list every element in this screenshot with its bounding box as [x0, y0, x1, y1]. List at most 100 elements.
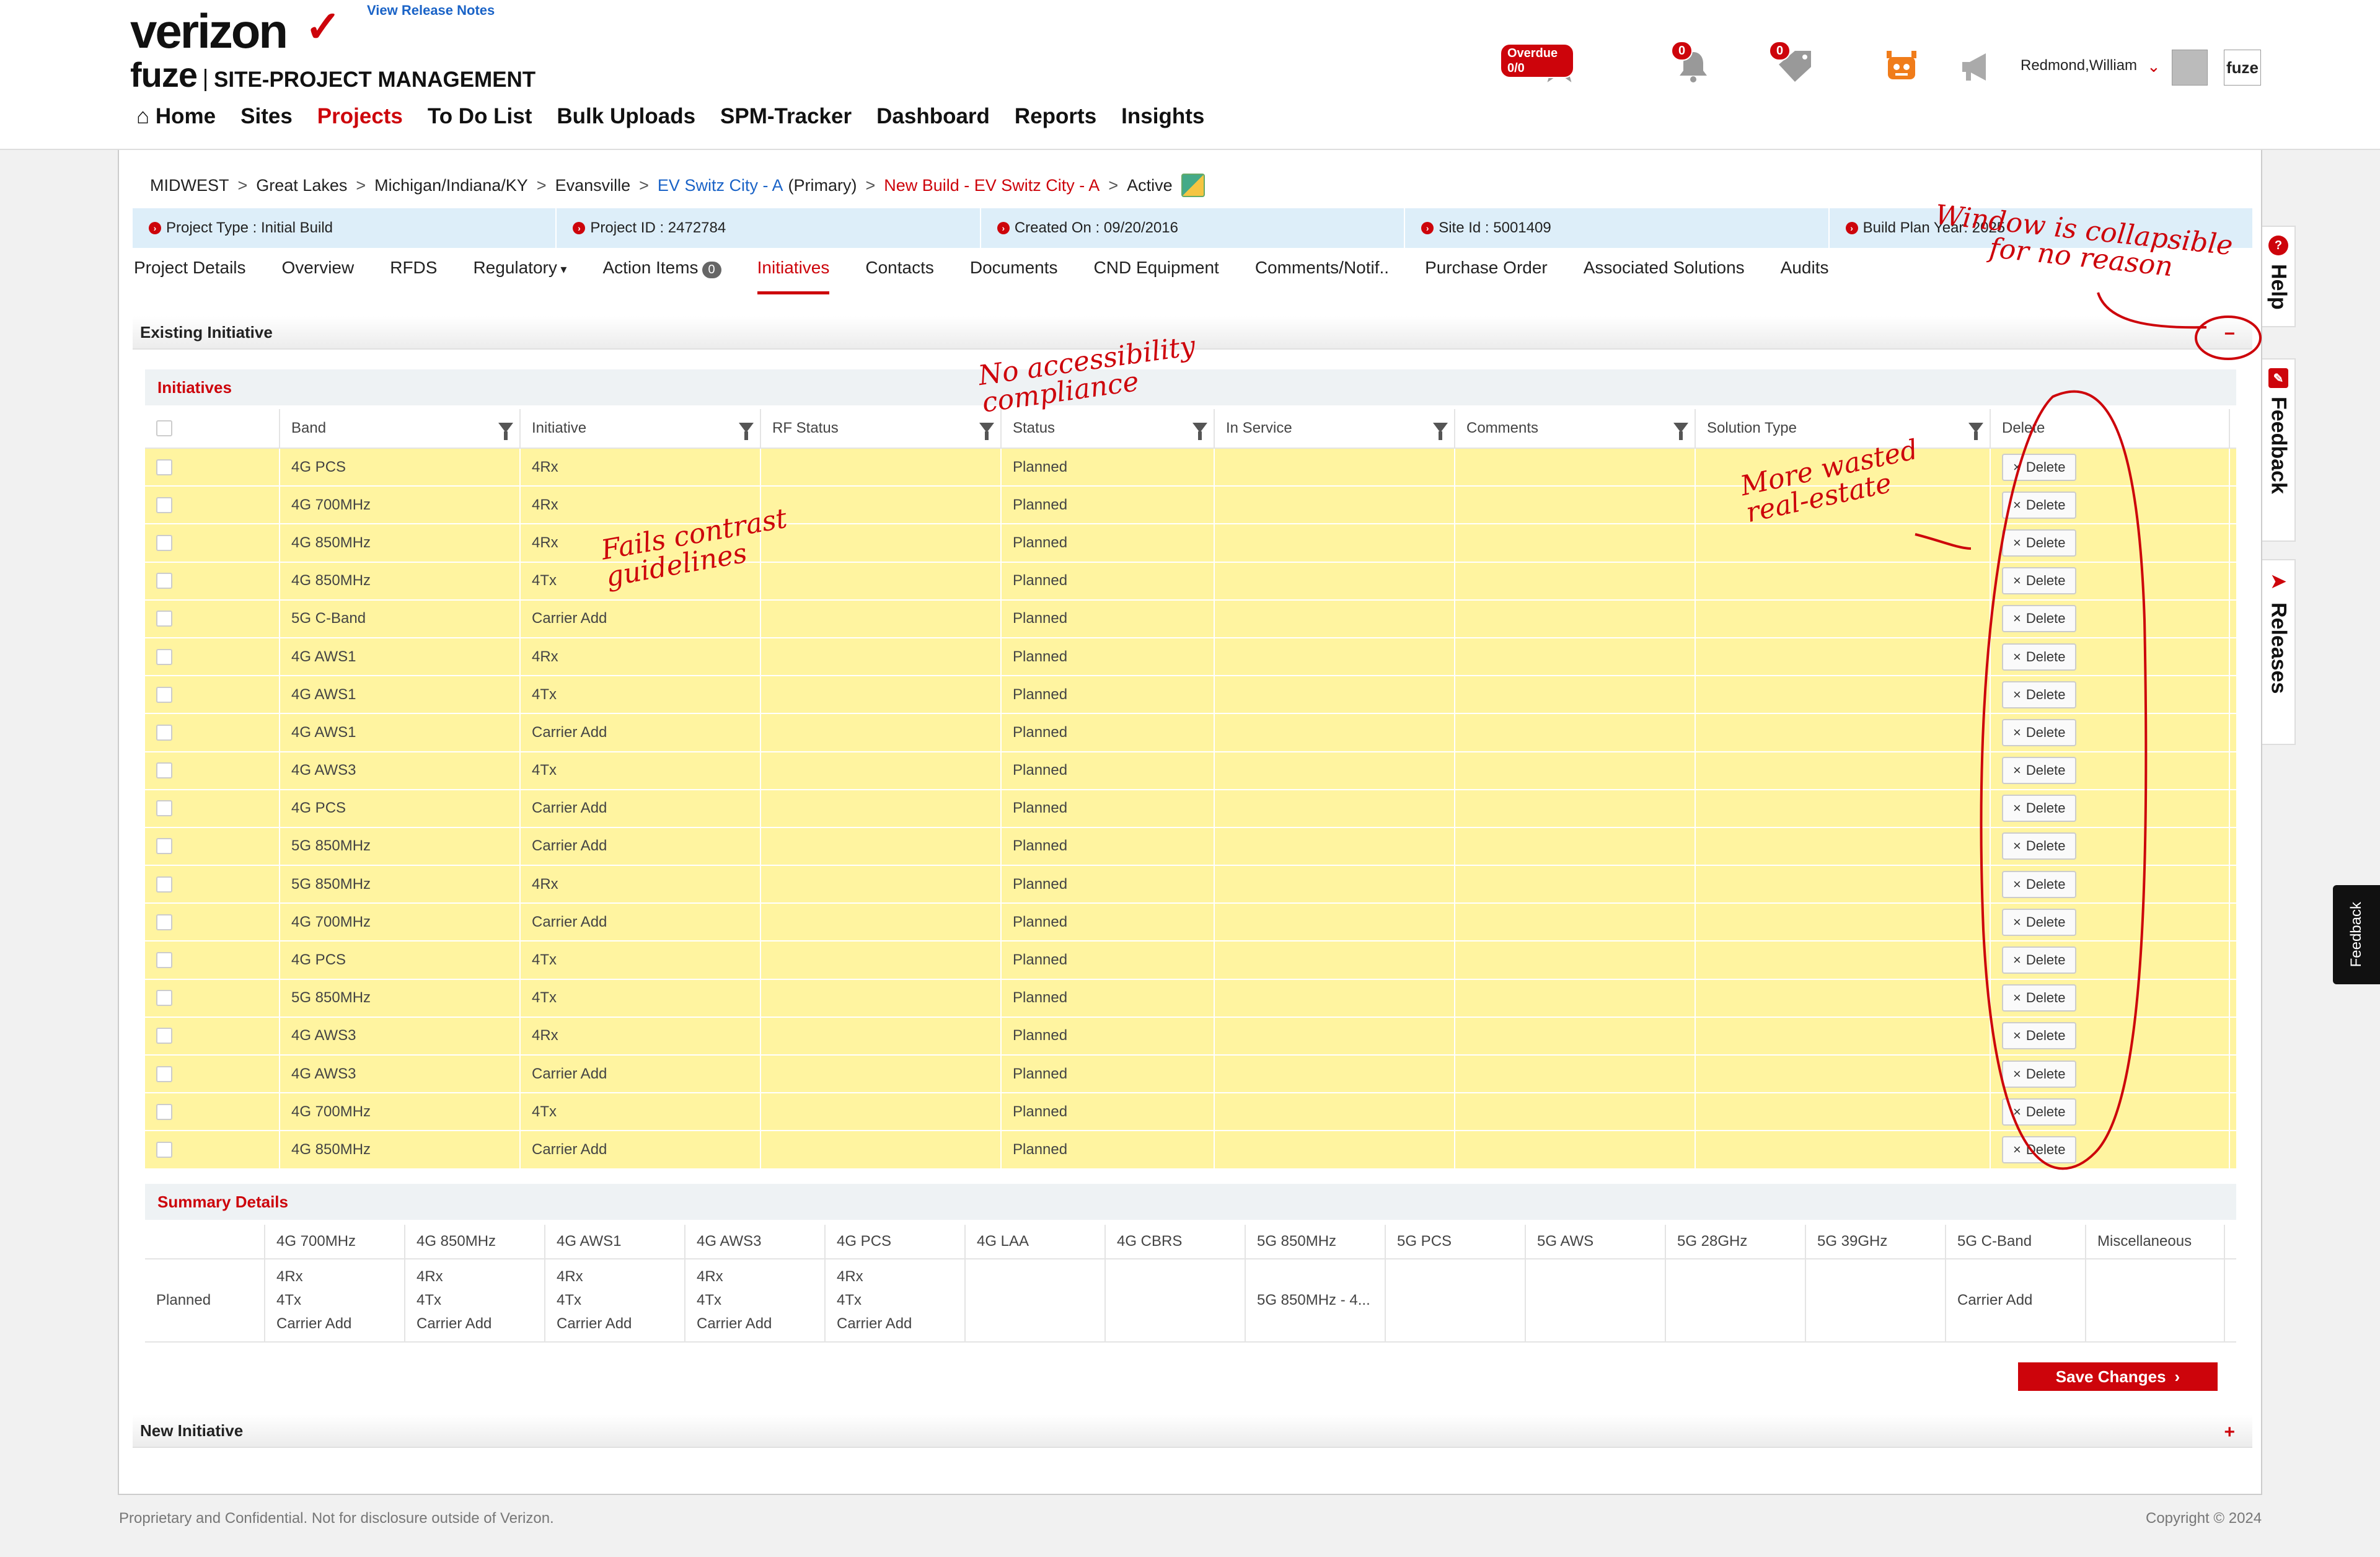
row-checkbox[interactable]	[156, 990, 172, 1007]
row-checkbox[interactable]	[156, 686, 172, 703]
delete-button[interactable]: × Delete	[2002, 1098, 2077, 1126]
filter-icon[interactable]	[979, 423, 994, 440]
nav-item-dashboard[interactable]: Dashboard	[876, 104, 990, 129]
breadcrumb-item[interactable]: MIDWEST	[150, 176, 229, 195]
tab-rfds[interactable]: RFDS	[390, 258, 437, 294]
cell: × Delete	[1991, 942, 2230, 979]
row-checkbox[interactable]	[156, 762, 172, 779]
row-checkbox[interactable]	[156, 573, 172, 589]
delete-button[interactable]: × Delete	[2002, 643, 2077, 671]
tab-initiatives[interactable]: Initiatives	[757, 258, 830, 294]
megaphone-icon[interactable]	[1959, 50, 1996, 87]
nav-item-projects[interactable]: Projects	[317, 104, 403, 129]
releases-side-tab[interactable]: ➤ Releases	[2262, 559, 2296, 745]
tab-documents[interactable]: Documents	[970, 258, 1058, 294]
overdue-star-icon[interactable]: Overdue 0/0	[1500, 43, 1579, 90]
delete-button[interactable]: × Delete	[2002, 946, 2077, 974]
filter-icon[interactable]	[498, 423, 513, 440]
tab-regulatory[interactable]: Regulatory ▾	[473, 258, 566, 294]
tab-cnd-equipment[interactable]: CND Equipment	[1094, 258, 1219, 294]
user-name[interactable]: Redmond,William	[2021, 57, 2137, 74]
tab-project-details[interactable]: Project Details	[134, 258, 246, 294]
map-icon[interactable]	[1181, 174, 1205, 197]
row-checkbox[interactable]	[156, 459, 172, 475]
nav-item-insights[interactable]: Insights	[1121, 104, 1204, 129]
tab-contacts[interactable]: Contacts	[865, 258, 934, 294]
breadcrumb-project-link[interactable]: New Build - EV Switz City - A	[884, 176, 1100, 195]
avatar[interactable]	[2172, 50, 2208, 86]
delete-button[interactable]: × Delete	[2002, 567, 2077, 595]
header-select-all[interactable]	[145, 409, 280, 448]
tab-associated-solutions[interactable]: Associated Solutions	[1584, 258, 1745, 294]
tab-comments-notif[interactable]: Comments/Notif..	[1255, 258, 1389, 294]
new-initiative-header[interactable]: New Initiative +	[133, 1414, 2252, 1448]
user-menu-chevron-icon[interactable]: ⌄	[2147, 57, 2161, 76]
delete-button[interactable]: × Delete	[2002, 491, 2077, 519]
select-all-checkbox[interactable]	[156, 420, 172, 436]
row-checkbox[interactable]	[156, 876, 172, 893]
tab-action-items[interactable]: Action Items 0	[602, 258, 721, 294]
feedback-floating-tab[interactable]: Feedback	[2333, 885, 2380, 984]
breadcrumb-item[interactable]: Evansville	[555, 176, 631, 195]
nav-item-reports[interactable]: Reports	[1015, 104, 1096, 129]
bell-icon[interactable]: 0	[1671, 41, 1713, 89]
filter-icon[interactable]	[1192, 423, 1207, 440]
delete-button[interactable]: × Delete	[2002, 1060, 2077, 1088]
delete-button[interactable]: × Delete	[2002, 870, 2077, 898]
row-checkbox[interactable]	[156, 1141, 172, 1158]
breadcrumb-item[interactable]: Michigan/Indiana/KY	[374, 176, 528, 195]
delete-button[interactable]: × Delete	[2002, 605, 2077, 633]
delete-button[interactable]: × Delete	[2002, 718, 2077, 746]
delete-button[interactable]: × Delete	[2002, 1136, 2077, 1163]
row-checkbox[interactable]	[156, 611, 172, 627]
tab-audits[interactable]: Audits	[1781, 258, 1829, 294]
bot-icon[interactable]	[1884, 48, 1919, 86]
row-checkbox[interactable]	[156, 534, 172, 551]
breadcrumb-item[interactable]: Great Lakes	[256, 176, 347, 195]
breadcrumb-site-link[interactable]: EV Switz City - A (Primary)	[658, 176, 857, 195]
help-side-tab[interactable]: ? Help	[2262, 226, 2296, 327]
delete-button[interactable]: × Delete	[2002, 529, 2077, 557]
delete-button[interactable]: × Delete	[2002, 453, 2077, 481]
delete-label: Delete	[2025, 534, 2066, 550]
row-checkbox[interactable]	[156, 724, 172, 741]
row-checkbox[interactable]	[156, 1103, 172, 1120]
site-link-text[interactable]: EV Switz City - A	[658, 176, 783, 195]
nav-item-to-do-list[interactable]: To Do List	[428, 104, 532, 129]
cell	[1215, 524, 1455, 562]
delete-button[interactable]: × Delete	[2002, 832, 2077, 860]
filter-icon[interactable]	[1673, 423, 1688, 440]
delete-button[interactable]: × Delete	[2002, 1022, 2077, 1050]
row-checkbox[interactable]	[156, 496, 172, 513]
tasks-tag-icon[interactable]: 0	[1769, 41, 1816, 89]
nav-item-home[interactable]: ⌂ Home	[136, 104, 216, 129]
delete-button[interactable]: × Delete	[2002, 984, 2077, 1012]
nav-item-bulk-uploads[interactable]: Bulk Uploads	[557, 104, 695, 129]
collapse-icon[interactable]: −	[2224, 324, 2235, 345]
row-checkbox[interactable]	[156, 1028, 172, 1044]
tab-overview[interactable]: Overview	[282, 258, 355, 294]
nav-item-sites[interactable]: Sites	[240, 104, 293, 129]
filter-icon[interactable]	[739, 423, 754, 440]
expand-icon[interactable]: +	[2224, 1422, 2235, 1443]
fuze-button[interactable]: fuze	[2224, 50, 2261, 86]
save-changes-button[interactable]: Save Changes ›	[2018, 1362, 2218, 1391]
filter-icon[interactable]	[1433, 423, 1448, 440]
row-checkbox[interactable]	[156, 914, 172, 930]
delete-button[interactable]: × Delete	[2002, 757, 2077, 785]
row-checkbox[interactable]	[156, 952, 172, 969]
existing-initiative-header[interactable]: Existing Initiative −	[133, 316, 2252, 350]
filter-icon[interactable]	[1968, 423, 1983, 440]
release-notes-link[interactable]: View Release Notes	[367, 2, 495, 19]
verizon-fuze-logo[interactable]: verizon ✓ fuze SITE-PROJECT MANAGEMENT	[130, 2, 536, 95]
delete-button[interactable]: × Delete	[2002, 908, 2077, 936]
row-checkbox[interactable]	[156, 838, 172, 855]
tab-purchase-order[interactable]: Purchase Order	[1425, 258, 1548, 294]
row-checkbox[interactable]	[156, 1065, 172, 1082]
row-checkbox[interactable]	[156, 648, 172, 665]
feedback-side-tab[interactable]: ✎ Feedback	[2262, 358, 2296, 542]
row-checkbox[interactable]	[156, 800, 172, 817]
delete-button[interactable]: × Delete	[2002, 795, 2077, 823]
nav-item-spm-tracker[interactable]: SPM-Tracker	[720, 104, 852, 129]
delete-button[interactable]: × Delete	[2002, 681, 2077, 708]
